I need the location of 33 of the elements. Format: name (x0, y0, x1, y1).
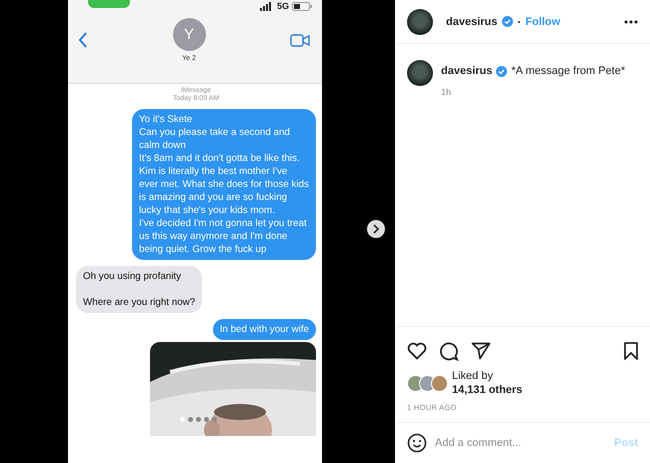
liked-by-label: Liked by (452, 369, 494, 383)
battery-icon (292, 2, 312, 10)
caption-time: 1h (441, 87, 452, 97)
likes-count[interactable]: 14,131 others (452, 383, 522, 397)
caption-text: *A message from Pete* (511, 65, 626, 77)
video-call-icon[interactable] (290, 34, 310, 46)
liker-avatar (431, 374, 448, 392)
separator-dot (518, 20, 520, 22)
back-icon[interactable] (78, 32, 88, 48)
carousel-dot[interactable] (180, 417, 185, 422)
comment-icon[interactable] (439, 341, 459, 361)
status-pill (88, 0, 130, 8)
share-icon[interactable] (471, 342, 491, 360)
carousel-dot[interactable] (196, 417, 201, 422)
next-button[interactable] (367, 220, 385, 238)
user-avatar[interactable] (407, 8, 433, 34)
like-icon[interactable] (407, 342, 427, 360)
user-avatar[interactable] (407, 60, 433, 86)
bookmark-icon[interactable] (624, 342, 638, 360)
chevron-right-icon (372, 224, 380, 234)
emoji-icon[interactable] (407, 433, 427, 453)
carousel-dot[interactable] (204, 417, 209, 422)
carousel-dot[interactable] (188, 417, 193, 422)
received-message: Oh you using profanity Where are you right now? (76, 266, 202, 313)
signal-icon (260, 2, 274, 10)
contact-avatar: Y (172, 18, 206, 51)
sent-message: In bed with your wife (212, 319, 316, 340)
network-label: 5G (276, 1, 289, 11)
sent-message: Yo it's Skete Can you please take a second and calm down It's 8am and it don't gotta be like this. Kim is literally the best mother I've ever met. What she does for those kids is amazing and you are so fucking lucky that she's your kids mom. I've decided I'm not gonna let you treat us this way anymore and I'm done being quiet. Grow the fuck up (132, 109, 316, 260)
more-options-icon[interactable] (624, 20, 638, 24)
username-link[interactable]: davesirus (446, 16, 498, 28)
carousel-dot[interactable] (212, 417, 217, 422)
username-link[interactable]: davesirus (441, 65, 492, 77)
